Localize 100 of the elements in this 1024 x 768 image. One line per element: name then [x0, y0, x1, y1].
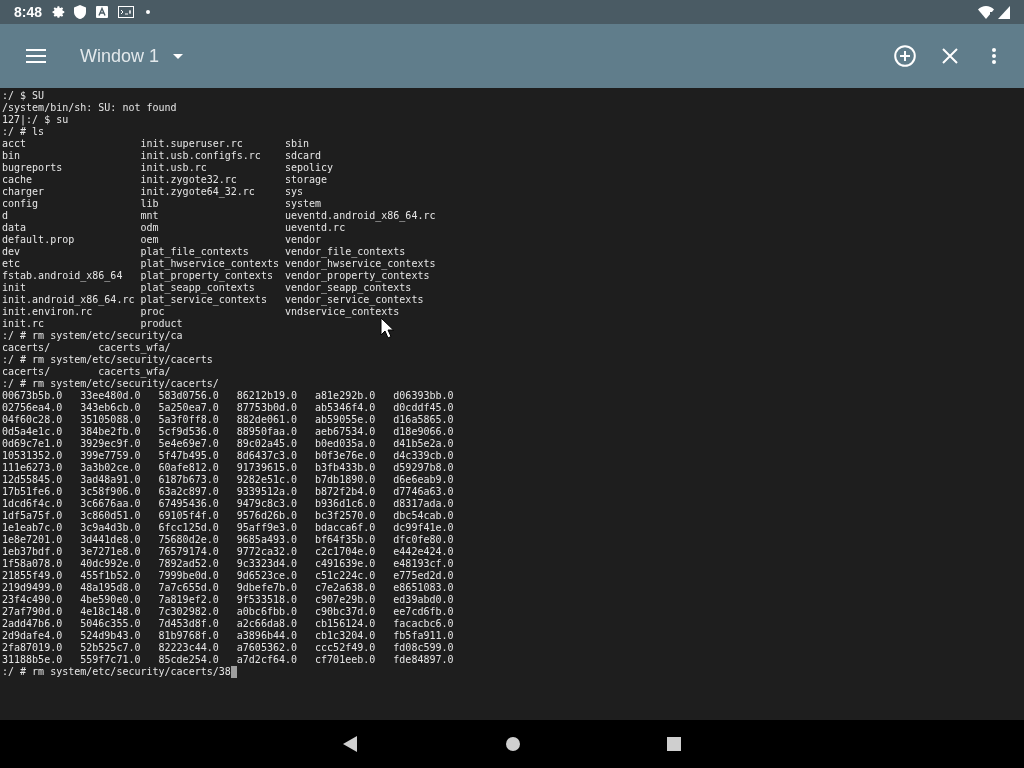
- file-name: e48193cf.0: [393, 558, 454, 569]
- file-name: b3fb433b.0: [315, 462, 376, 473]
- file-name: init.zygote64_32.rc: [140, 186, 255, 197]
- file-name: bc3f2570.0: [315, 510, 376, 521]
- file-name: cb156124.0: [315, 618, 376, 629]
- file-name: cacerts/: [2, 366, 51, 377]
- file-name: 3c860d51.0: [80, 510, 141, 521]
- file-name: 81b9768f.0: [158, 630, 219, 641]
- file-name: system: [284, 198, 322, 209]
- file-name: lib: [140, 198, 159, 209]
- more-options-icon[interactable]: [992, 48, 996, 64]
- file-name: 9282e51c.0: [236, 474, 297, 485]
- file-name: aeb67534.0: [315, 426, 376, 437]
- file-name: proc: [140, 306, 165, 317]
- file-name: d59297b8.0: [393, 462, 454, 473]
- file-name: oem: [140, 234, 159, 245]
- letter-box-icon: [96, 6, 109, 18]
- command-line: :/ # rm system/etc/security/cacerts: [2, 354, 213, 366]
- file-name: 52b525c7.0: [80, 642, 141, 653]
- file-name: fd08c599.0: [393, 642, 454, 653]
- file-name: 3ad48a91.0: [80, 474, 141, 485]
- file-name: 5a3f0ff8.0: [158, 414, 219, 425]
- file-name: a3896b44.0: [236, 630, 297, 641]
- file-name: ab59055e.0: [315, 414, 376, 425]
- file-name: c7e2a638.0: [315, 582, 376, 593]
- file-name: cb1c3204.0: [315, 630, 376, 641]
- file-name: default.prop: [2, 234, 75, 245]
- file-name: c90bc37d.0: [315, 606, 376, 617]
- file-name: 89c02a45.0: [236, 438, 297, 449]
- command-line: :/ $ SU: [2, 90, 45, 102]
- file-name: 02756ea4.0: [2, 402, 63, 413]
- file-name: odm: [140, 222, 159, 233]
- file-name: 8d6437c3.0: [236, 450, 297, 461]
- file-name: 882de061.0: [236, 414, 297, 425]
- file-name: product: [140, 318, 183, 329]
- file-name: 455f1b52.0: [80, 570, 141, 581]
- file-name: 1df5a75f.0: [2, 510, 63, 521]
- file-name: 384be2fb.0: [80, 426, 141, 437]
- file-name: e775ed2d.0: [393, 570, 454, 581]
- home-icon[interactable]: [506, 737, 520, 751]
- file-name: 60afe812.0: [158, 462, 219, 473]
- file-name: 3e7271e8.0: [80, 546, 141, 557]
- wifi-icon: [978, 5, 994, 19]
- file-name: 95aff9e3.0: [236, 522, 297, 533]
- file-name: a81e292b.0: [315, 390, 376, 401]
- file-name: a2c66da8.0: [236, 618, 297, 629]
- file-name: dev: [2, 246, 21, 257]
- file-name: 17b51fe6.0: [2, 486, 63, 497]
- command-line: 127|:/ $ su: [2, 114, 69, 126]
- file-name: dbc54cab.0: [393, 510, 454, 521]
- file-name: 86212b19.0: [236, 390, 297, 401]
- file-name: 4e18c148.0: [80, 606, 141, 617]
- file-name: bugreports: [2, 162, 63, 173]
- file-name: 6fcc125d.0: [158, 522, 219, 533]
- file-name: data: [2, 222, 27, 233]
- file-name: e8651083.0: [393, 582, 454, 593]
- file-name: 7a7c655d.0: [158, 582, 219, 593]
- file-name: sepolicy: [284, 162, 334, 173]
- mouse-pointer-icon: [380, 317, 394, 339]
- terminal-box-icon: [118, 6, 135, 18]
- file-name: 88950faa.0: [236, 426, 297, 437]
- close-icon[interactable]: [942, 48, 958, 64]
- file-name: 9dbefe7b.0: [236, 582, 297, 593]
- file-name: 1f58a078.0: [2, 558, 63, 569]
- file-name: 9685a493.0: [236, 534, 297, 545]
- file-name: bf64f35b.0: [315, 534, 376, 545]
- file-name: 9772ca32.0: [236, 546, 297, 557]
- back-icon[interactable]: [343, 736, 357, 752]
- file-name: 5a250ea7.0: [158, 402, 219, 413]
- file-name: 7c302982.0: [158, 606, 219, 617]
- file-name: ueventd.rc: [284, 222, 346, 233]
- file-name: sbin: [284, 138, 310, 149]
- file-name: 3c6676aa.0: [80, 498, 141, 509]
- file-name: vndservice_contexts: [284, 306, 400, 317]
- file-name: 343eb6cb.0: [80, 402, 141, 413]
- add-window-icon[interactable]: [894, 45, 916, 67]
- file-name: bdacca6f.0: [315, 522, 376, 533]
- file-name: b0f3e76e.0: [315, 450, 376, 461]
- file-name: 1e8e7201.0: [2, 534, 63, 545]
- file-name: 9d6523ce.0: [236, 570, 297, 581]
- file-name: fstab.android_x86_64: [2, 270, 123, 281]
- file-name: 00673b5b.0: [2, 390, 63, 401]
- file-name: 2add47b6.0: [2, 618, 63, 629]
- file-name: 2fa87019.0: [2, 642, 63, 653]
- file-name: fde84897.0: [393, 654, 454, 665]
- file-name: 524d9b43.0: [80, 630, 141, 641]
- file-name: 5cf9d536.0: [158, 426, 219, 437]
- file-name: 75680d2e.0: [158, 534, 219, 545]
- file-name: 3a3b02ce.0: [80, 462, 141, 473]
- file-name: 9c3323d4.0: [236, 558, 297, 569]
- window-dropdown[interactable]: Window 1: [80, 42, 184, 70]
- file-name: dfc0fe80.0: [393, 534, 454, 545]
- file-name: 76579174.0: [158, 546, 219, 557]
- command-line: :/ # rm system/etc/security/cacerts/: [2, 378, 219, 390]
- file-name: 399e7759.0: [80, 450, 141, 461]
- file-name: 63a2c897.0: [158, 486, 219, 497]
- file-name: 9576d26b.0: [236, 510, 297, 521]
- gear-icon: [52, 5, 67, 19]
- file-name: plat_service_contexts: [140, 294, 267, 305]
- file-name: bin: [2, 150, 21, 161]
